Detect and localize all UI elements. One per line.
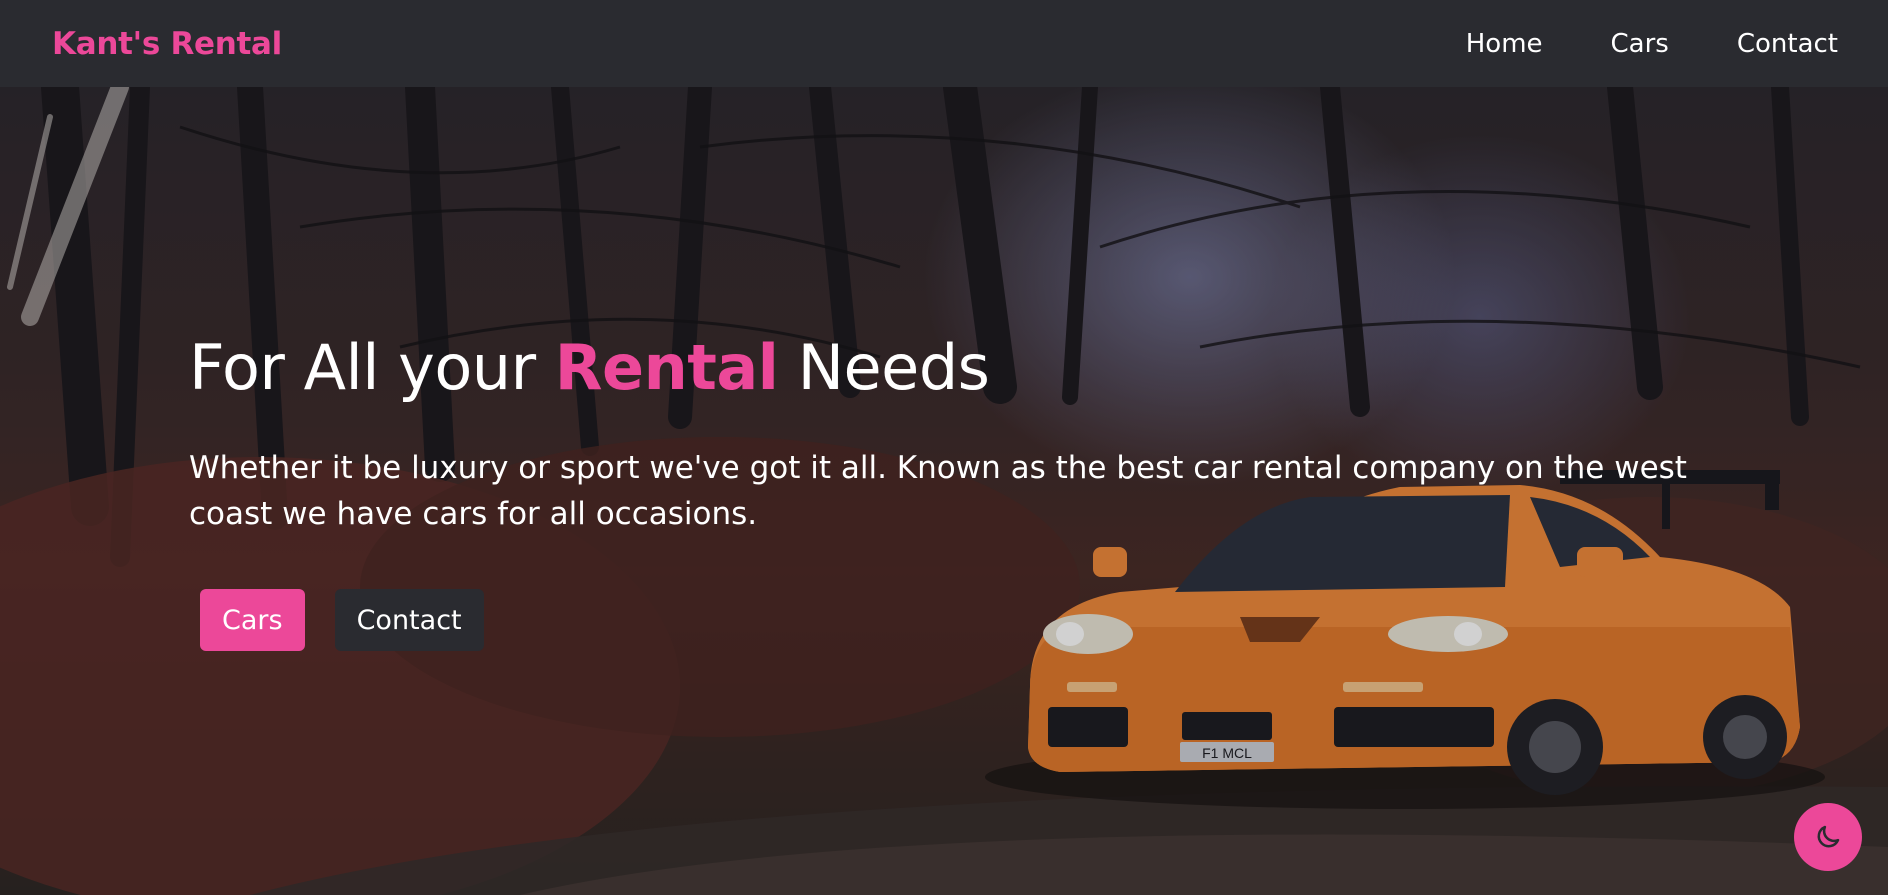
brand-logo[interactable]: Kant's Rental (52, 26, 282, 62)
hero-headline: For All your Rental Needs (189, 332, 1729, 403)
nav-link-cars[interactable]: Cars (1611, 29, 1669, 59)
moon-icon (1817, 825, 1840, 848)
theme-toggle-button[interactable] (1794, 803, 1862, 871)
contact-button[interactable]: Contact (334, 589, 484, 652)
nav-links: Home Cars Contact (1398, 29, 1838, 59)
nav-link-home[interactable]: Home (1466, 29, 1543, 59)
cars-button[interactable]: Cars (200, 589, 305, 652)
nav-link-contact[interactable]: Contact (1737, 29, 1838, 59)
hero-tagline: Whether it be luxury or sport we've got … (189, 450, 1687, 533)
navbar: Kant's Rental Home Cars Contact (0, 0, 1888, 87)
hero-section: F1 MCL For All your Rental Needs Whether… (0, 87, 1888, 895)
headline-accent: Rental (554, 331, 779, 404)
headline-prefix: For All your (189, 331, 555, 404)
headline-suffix: Needs (778, 331, 990, 404)
hero-content: For All your Rental Needs Whether it be … (189, 332, 1729, 652)
cta-buttons: Cars Contact (189, 589, 1729, 652)
